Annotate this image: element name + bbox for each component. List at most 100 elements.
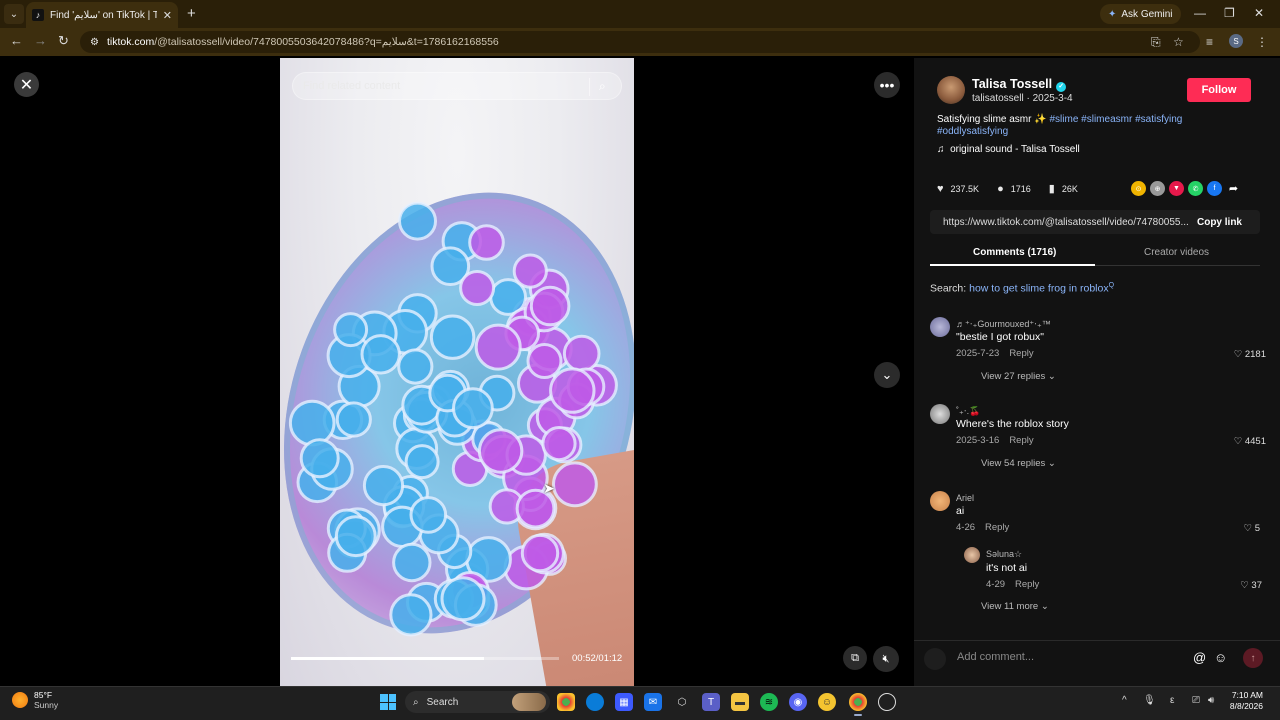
windows-start-icon[interactable]: [380, 694, 396, 710]
tab-comments[interactable]: Comments (1716): [973, 247, 1056, 258]
video-player[interactable]: [280, 58, 634, 686]
avatar[interactable]: [964, 547, 980, 563]
avatar[interactable]: [930, 317, 950, 337]
site-info-icon[interactable]: ⚙: [90, 37, 99, 48]
settings-app-icon[interactable]: ⬡: [673, 693, 691, 711]
profile-avatar[interactable]: S: [1229, 34, 1243, 48]
emoji-app-icon[interactable]: ☺: [818, 693, 836, 711]
reply-username[interactable]: Səluna☆: [986, 549, 1022, 560]
reload-icon[interactable]: ↻: [58, 33, 69, 49]
weather-widget[interactable]: 85°F Sunny: [12, 690, 58, 710]
gel-ball: [452, 387, 494, 430]
tray-overflow-icon[interactable]: ^: [1122, 695, 1127, 706]
chrome-taskbar-icon[interactable]: [849, 693, 867, 716]
embed-share-icon[interactable]: ⊙: [1131, 181, 1146, 196]
close-video-button[interactable]: ✕: [14, 72, 39, 97]
sound-link[interactable]: ♫ original sound - Talisa Tossell: [937, 144, 1080, 155]
weather-condition: Sunny: [34, 700, 59, 710]
hashtag[interactable]: #satisfying: [1135, 114, 1182, 125]
comment-username[interactable]: Ariel: [956, 493, 974, 503]
view-replies-button[interactable]: View 27 replies ⌄: [981, 371, 1056, 382]
friends-share-icon[interactable]: ⊕: [1150, 181, 1165, 196]
reply-button[interactable]: Reply: [1015, 579, 1039, 590]
url-domain: tiktok.com: [106, 36, 155, 48]
comment-like[interactable]: ♡ 2181: [1226, 349, 1266, 360]
temperature: 85°F: [34, 690, 53, 700]
close-window-icon[interactable]: ✕: [1254, 6, 1264, 20]
browser-tab-active[interactable]: ♪ Find 'سلايم' on TikTok | TikTok S ✕: [26, 2, 178, 28]
share-arrow-icon[interactable]: ➦: [1226, 181, 1241, 196]
back-icon[interactable]: ←: [10, 33, 23, 48]
comment-like[interactable]: ♡ 5: [1220, 523, 1260, 534]
search-suggestion[interactable]: Search: how to get slime frog in robloxQ: [930, 282, 1114, 295]
video-progress-bar[interactable]: [291, 657, 559, 660]
add-comment-input[interactable]: Add comment...: [957, 651, 1034, 663]
taskbar-clock[interactable]: 7:10 AM 8/8/2026: [1225, 690, 1263, 712]
edge-icon[interactable]: [586, 693, 604, 711]
volume-icon[interactable]: 🔊︎: [1208, 695, 1214, 706]
author-name[interactable]: Talisa Tossell ✓: [972, 77, 1067, 92]
send-share-icon[interactable]: ▼: [1169, 181, 1184, 196]
ask-gemini-button[interactable]: ✦ Ask Gemini: [1100, 4, 1181, 24]
comment-like[interactable]: ♡ 4451: [1226, 436, 1266, 447]
search-icon: ⌕: [413, 696, 419, 708]
address-bar[interactable]: ⚙ tiktok.com/@talisatossell/video/747800…: [80, 31, 1200, 53]
mention-icon[interactable]: @: [1193, 650, 1206, 665]
chrome-app-icon[interactable]: [557, 693, 575, 711]
author-avatar[interactable]: [937, 76, 965, 104]
bookmark-star-icon[interactable]: ☆: [1173, 35, 1184, 49]
hashtag[interactable]: #oddlysatisfying: [937, 126, 1008, 137]
engagement-stats: ♥ 237.5K ● 1716 ▮ 26K: [937, 182, 1096, 196]
comment-username[interactable]: ♬⁺‧₊Gourmouxed⁺‧₊™: [956, 319, 1051, 330]
store-icon[interactable]: ▦: [615, 693, 633, 711]
language-icon[interactable]: ε: [1170, 695, 1174, 706]
avatar[interactable]: [930, 491, 950, 511]
view-more-replies-button[interactable]: View 11 more ⌄: [981, 601, 1049, 612]
bookmark-icon: ▮: [1048, 183, 1055, 195]
like-button[interactable]: ♥ 237.5K: [937, 183, 979, 195]
windows-taskbar: [0, 686, 1280, 720]
save-button[interactable]: ▮ 26K: [1049, 182, 1078, 195]
install-icon[interactable]: ⎘: [1151, 35, 1161, 50]
reply-button[interactable]: Reply: [1009, 435, 1033, 446]
view-replies-button[interactable]: View 54 replies ⌄: [981, 458, 1056, 469]
follow-button[interactable]: Follow: [1187, 78, 1251, 102]
reply-button[interactable]: Reply: [1009, 348, 1033, 359]
minimize-icon[interactable]: —: [1194, 6, 1206, 20]
hashtag[interactable]: #slime: [1049, 114, 1078, 125]
network-icon[interactable]: ⎚: [1192, 695, 1200, 706]
mail-icon[interactable]: ✉: [644, 693, 662, 711]
related-search-input[interactable]: Find related content ⌕: [292, 72, 622, 100]
tab-creator-videos[interactable]: Creator videos: [1144, 247, 1209, 258]
next-video-button[interactable]: ⌄: [874, 362, 900, 388]
reply-button[interactable]: Reply: [985, 522, 1009, 533]
microphone-icon[interactable]: 🎙︎: [1143, 695, 1156, 706]
file-explorer-icon[interactable]: ▬: [731, 693, 749, 711]
reply-like[interactable]: ♡ 37: [1222, 580, 1262, 591]
more-options-button[interactable]: •••: [874, 72, 900, 98]
emoji-icon[interactable]: ☺: [1214, 650, 1227, 665]
send-comment-button[interactable]: ↑: [1243, 648, 1263, 668]
discord-icon[interactable]: ◉: [789, 693, 807, 711]
maximize-icon[interactable]: ❐: [1224, 6, 1235, 20]
extensions-icon[interactable]: ≡: [1206, 35, 1213, 49]
search-icon[interactable]: ⌕: [599, 79, 606, 94]
forward-icon[interactable]: →: [34, 33, 47, 48]
chrome-profile-icon[interactable]: [878, 693, 896, 711]
mute-button[interactable]: 🔇︎: [873, 646, 899, 672]
comment-username[interactable]: ˚₊‧.🍒: [956, 406, 980, 417]
picture-in-picture-button[interactable]: ⧉: [843, 646, 867, 670]
facebook-icon[interactable]: f: [1207, 181, 1222, 196]
hashtag[interactable]: #slimeasmr: [1081, 114, 1132, 125]
teams-icon[interactable]: T: [702, 693, 720, 711]
tab-close-icon[interactable]: ✕: [163, 9, 172, 22]
tab-menu-icon[interactable]: ⌄: [4, 4, 24, 24]
copy-link-button[interactable]: Copy link: [1197, 217, 1242, 228]
taskbar-search[interactable]: ⌕ Search: [405, 691, 550, 713]
whatsapp-icon[interactable]: ✆: [1188, 181, 1203, 196]
avatar[interactable]: [930, 404, 950, 424]
spotify-icon[interactable]: ≋: [760, 693, 778, 711]
new-tab-button[interactable]: +: [187, 5, 196, 22]
menu-dots-icon[interactable]: ⋮: [1256, 35, 1268, 49]
comment-button[interactable]: ● 1716: [997, 183, 1031, 195]
